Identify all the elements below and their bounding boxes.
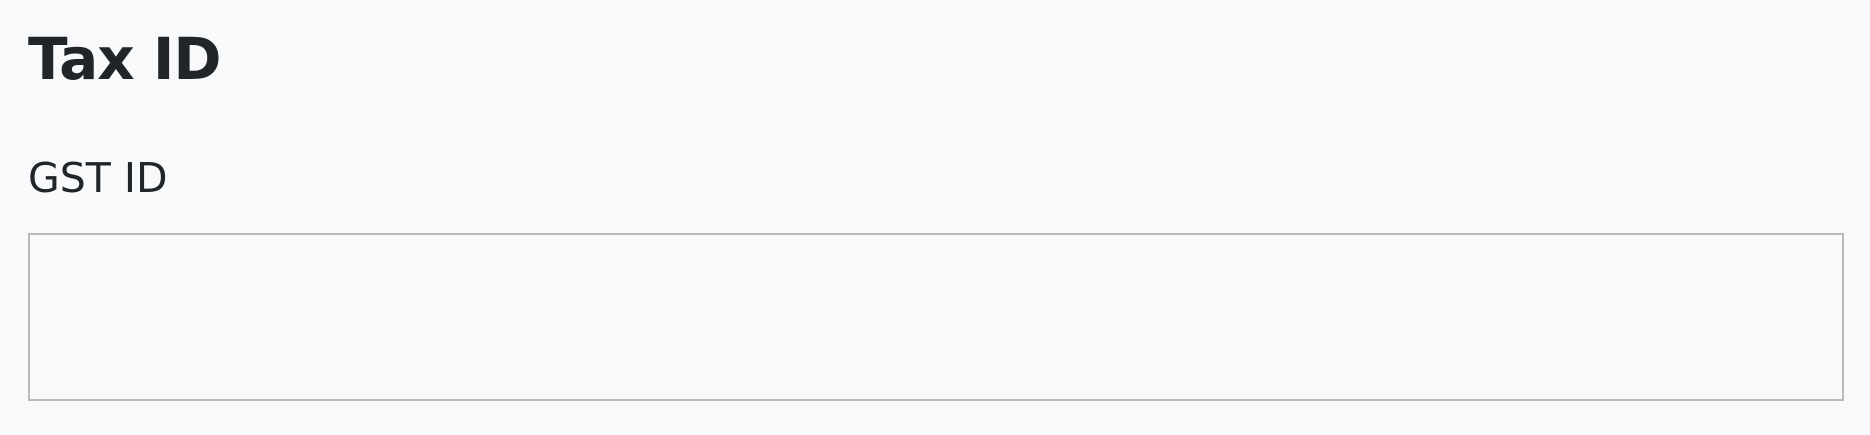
tax-id-section: Tax ID GST ID	[28, 0, 1844, 435]
gst-id-label: GST ID	[28, 154, 168, 202]
gst-id-input[interactable]	[28, 233, 1844, 401]
section-title: Tax ID	[28, 25, 222, 93]
